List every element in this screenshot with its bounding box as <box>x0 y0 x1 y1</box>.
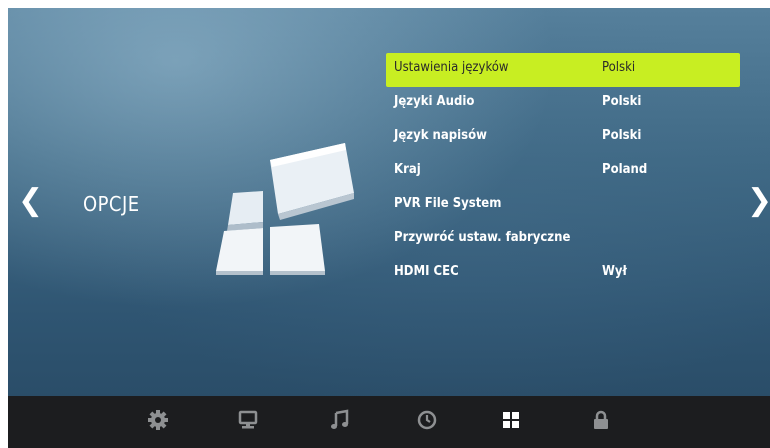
menu-item-factory-reset[interactable]: Przywróć ustaw. fabryczne <box>386 223 740 257</box>
menu-item-label: Przywróć ustaw. fabryczne <box>394 230 571 245</box>
nav-right-arrow-icon[interactable]: ❯ <box>747 186 770 216</box>
menu-item-label: HDMI CEC <box>394 264 459 279</box>
menu-item-country[interactable]: Kraj Poland <box>386 155 740 189</box>
menu-item-label: Kraj <box>394 162 421 177</box>
options-grid-icon[interactable] <box>499 408 523 432</box>
music-note-icon[interactable] <box>328 408 352 432</box>
section-title: OPCJE <box>83 192 140 216</box>
settings-gear-icon[interactable] <box>146 408 170 432</box>
clock-icon[interactable] <box>415 408 439 432</box>
menu-item-label: Ustawienia języków <box>394 60 509 75</box>
tv-screen: ❮ ❯ OPCJE Ustawienia języków Polski Języ… <box>8 8 770 448</box>
menu-item-value: Polski <box>602 60 636 75</box>
menu-item-audio-languages[interactable]: Języki Audio Polski <box>386 87 740 121</box>
options-menu: Ustawienia języków Polski Języki Audio P… <box>386 53 740 291</box>
nav-left-arrow-icon[interactable]: ❮ <box>18 186 43 216</box>
lock-icon[interactable] <box>589 408 613 432</box>
menu-item-hdmi-cec[interactable]: HDMI CEC Wył <box>386 257 740 291</box>
menu-item-value: Polski <box>602 128 642 143</box>
menu-item-value: Wył <box>602 264 627 279</box>
menu-item-label: PVR File System <box>394 196 502 211</box>
menu-item-value: Poland <box>602 162 648 177</box>
menu-item-value: Polski <box>602 94 642 109</box>
menu-item-label: Język napisów <box>394 128 487 143</box>
menu-item-language-settings[interactable]: Ustawienia języków Polski <box>386 53 740 87</box>
menu-item-pvr-file-system[interactable]: PVR File System <box>386 189 740 223</box>
bottom-taskbar <box>8 396 770 448</box>
options-tiles-icon <box>216 143 354 275</box>
menu-item-subtitle-language[interactable]: Język napisów Polski <box>386 121 740 155</box>
monitor-icon[interactable] <box>236 408 260 432</box>
menu-item-label: Języki Audio <box>394 94 475 109</box>
